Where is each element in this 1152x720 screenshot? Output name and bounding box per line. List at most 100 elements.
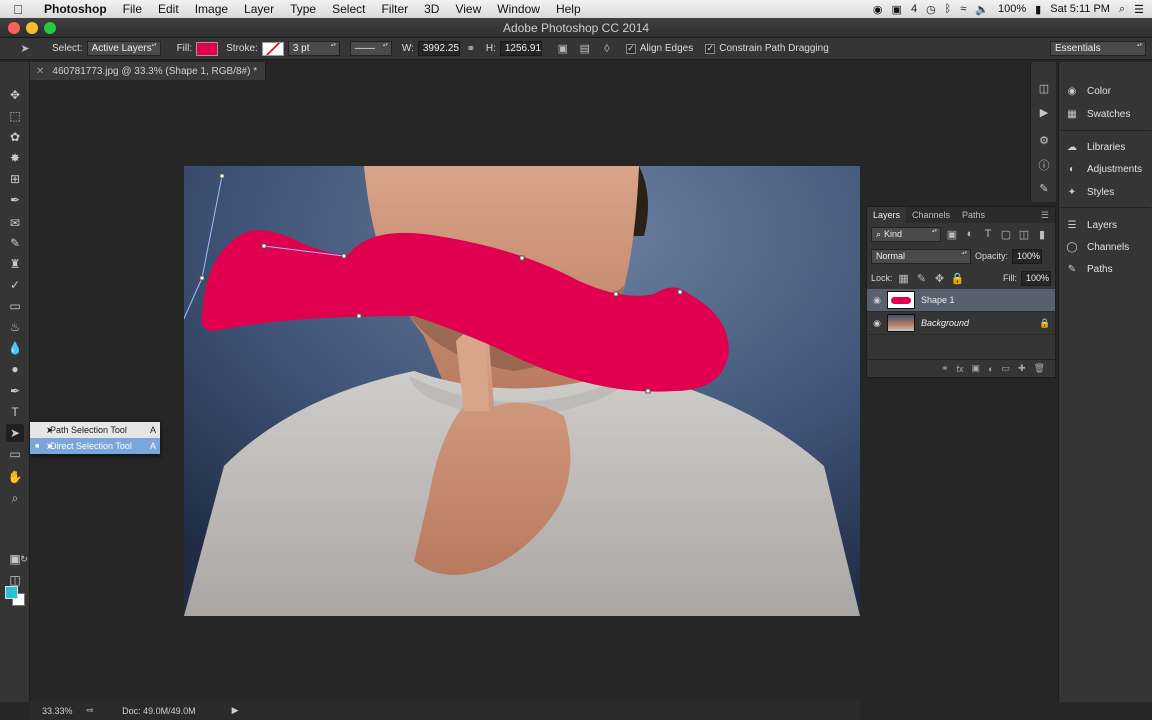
dock-layers[interactable]: ☰ Layers <box>1065 215 1118 235</box>
new-adjustment-layer-icon[interactable]: ◐ <box>988 364 993 374</box>
dock-paths[interactable]: ✎ Paths <box>1065 259 1113 279</box>
layer-row[interactable]: ◉ Shape 1 <box>867 289 1055 312</box>
close-window-button[interactable] <box>8 22 20 34</box>
dock-styles[interactable]: ✦ Styles <box>1065 182 1114 202</box>
paint-bucket-tool-icon[interactable]: ♨ <box>6 318 24 336</box>
color-swatches[interactable] <box>5 586 27 608</box>
actions-panel-icon[interactable]: ▶ <box>1036 104 1052 120</box>
display-icon[interactable]: ▣ <box>892 3 902 16</box>
move-tool-icon[interactable]: ✥ <box>6 86 24 104</box>
lock-all-icon[interactable]: 🔒 <box>951 271 965 285</box>
visibility-eye-icon[interactable]: ◉ <box>867 318 887 329</box>
history-brush-tool-icon[interactable]: ✓ <box>6 276 24 294</box>
volume-icon[interactable]: 🔈 <box>975 3 989 16</box>
menu-app[interactable]: Photoshop <box>36 2 115 16</box>
brush-panel-icon[interactable]: ✎ <box>1036 180 1052 196</box>
hand-tool-icon[interactable]: ✋ <box>6 468 24 486</box>
filter-kind-dropdown[interactable]: ⌕ Kind <box>871 226 941 242</box>
add-mask-icon[interactable]: ▣ <box>972 363 981 374</box>
close-tab-icon[interactable]: ✕ <box>36 66 44 77</box>
height-field[interactable]: 1256.91 <box>499 41 542 56</box>
menu-type[interactable]: Type <box>282 2 324 16</box>
status-count[interactable]: 4 <box>911 3 917 15</box>
path-anchor-point[interactable] <box>519 255 525 261</box>
opacity-field[interactable]: 100% <box>1012 248 1043 264</box>
filter-toggle-icon[interactable]: ▮ <box>1035 227 1049 241</box>
path-operations-icon[interactable]: ▣ <box>556 42 570 56</box>
lock-pixels-icon[interactable]: ✎ <box>915 271 929 285</box>
path-anchor-point[interactable] <box>219 173 225 179</box>
dock-color[interactable]: ◉ Color <box>1065 81 1111 101</box>
dock-libraries[interactable]: ☁ Libraries <box>1065 137 1125 157</box>
menu-3d[interactable]: 3D <box>416 2 447 16</box>
marquee-tool-icon[interactable]: ⬚ <box>6 107 24 125</box>
lasso-tool-icon[interactable]: ✿ <box>6 128 24 146</box>
document-canvas[interactable] <box>184 166 860 616</box>
panel-menu-icon[interactable]: ☰ <box>1041 210 1049 221</box>
path-anchor-point[interactable] <box>356 313 362 319</box>
clock[interactable]: Sat 5:11 PM <box>1050 3 1110 15</box>
path-selection-tool-option[interactable]: ➤ Path Selection Tool A <box>30 422 160 438</box>
minimize-window-button[interactable] <box>26 22 38 34</box>
blend-mode-dropdown[interactable]: Normal <box>871 248 971 264</box>
record-icon[interactable]: ◉ <box>873 3 883 16</box>
menu-edit[interactable]: Edit <box>150 2 187 16</box>
dock-channels[interactable]: ◯ Channels <box>1065 237 1129 257</box>
tool-preset-icon[interactable]: ➤ <box>18 42 32 56</box>
stroke-type-dropdown[interactable]: —— <box>349 41 392 56</box>
path-anchor-point[interactable] <box>341 253 347 259</box>
zoom-level[interactable]: 33.33% <box>42 706 73 716</box>
apple-menu-icon[interactable]:  <box>0 2 36 17</box>
menu-filter[interactable]: Filter <box>373 2 416 16</box>
new-group-icon[interactable]: ▭ <box>1002 363 1011 374</box>
constrain-checkbox[interactable]: ✓ <box>705 43 716 54</box>
history-panel-icon[interactable]: ◫ <box>1036 80 1052 96</box>
menu-select[interactable]: Select <box>324 2 373 16</box>
eraser-tool-icon[interactable]: ▭ <box>6 297 24 315</box>
quick-selection-tool-icon[interactable]: ✸ <box>6 149 24 167</box>
pen-tool-icon[interactable]: ✒ <box>6 382 24 400</box>
path-anchor-point[interactable] <box>613 291 619 297</box>
blur-tool-icon[interactable]: 💧 <box>6 339 24 357</box>
path-anchor-point[interactable] <box>199 275 205 281</box>
path-anchor-point[interactable] <box>261 243 267 249</box>
path-arrangement-icon[interactable]: ◊ <box>600 42 614 56</box>
battery-percent[interactable]: 100% <box>998 3 1026 15</box>
select-dropdown[interactable]: Active Layers <box>86 41 161 56</box>
path-selection-tool-icon[interactable]: ➤ <box>6 424 24 442</box>
document-image[interactable] <box>184 166 860 616</box>
direct-selection-tool-option[interactable]: ■ ➤ Direct Selection Tool A <box>30 438 160 454</box>
stroke-swatch[interactable] <box>261 41 284 56</box>
filter-pixel-icon[interactable]: ▣ <box>945 227 959 241</box>
share-icon[interactable]: ⇨ <box>87 705 95 716</box>
crop-tool-icon[interactable]: ⊞ <box>6 170 24 188</box>
dodge-tool-icon[interactable]: ● <box>6 360 24 378</box>
dock-swatches[interactable]: ▦ Swatches <box>1065 104 1130 124</box>
filter-adjustment-icon[interactable]: ◐ <box>963 227 977 241</box>
link-layers-icon[interactable]: ⚭ <box>941 363 949 374</box>
layer-row[interactable]: ◉ Background 🔒 <box>867 312 1055 335</box>
zoom-window-button[interactable] <box>44 22 56 34</box>
visibility-eye-icon[interactable]: ◉ <box>867 295 887 306</box>
layer-name[interactable]: Background <box>921 318 1039 328</box>
battery-icon[interactable]: ▮ <box>1035 3 1041 16</box>
width-field[interactable]: 3992.25 <box>417 41 460 56</box>
new-layer-icon[interactable]: ✚ <box>1018 363 1026 374</box>
healing-brush-tool-icon[interactable]: ✉ <box>6 214 24 232</box>
workspace-dropdown[interactable]: Essentials <box>1050 41 1146 56</box>
info-panel-icon[interactable]: ⓘ <box>1036 157 1052 173</box>
fill-field[interactable]: 100% <box>1021 270 1051 286</box>
lock-transparent-icon[interactable]: ▦ <box>897 271 911 285</box>
menu-image[interactable]: Image <box>187 2 236 16</box>
status-menu-arrow-icon[interactable]: ▶ <box>232 705 239 716</box>
tab-layers[interactable]: Layers <box>867 207 907 223</box>
layer-style-icon[interactable]: fx <box>957 364 964 374</box>
path-anchor-point[interactable] <box>677 289 683 295</box>
properties-panel-icon[interactable]: ⚙ <box>1036 132 1052 148</box>
menu-help[interactable]: Help <box>548 2 589 16</box>
eyedropper-tool-icon[interactable]: ✒ <box>6 191 24 209</box>
layer-name[interactable]: Shape 1 <box>921 295 1055 305</box>
document-tab[interactable]: ✕ 460781773.jpg @ 33.3% (Shape 1, RGB/8#… <box>30 62 267 80</box>
time-machine-icon[interactable]: ◷ <box>926 3 936 16</box>
notifications-icon[interactable]: ☰ <box>1134 3 1144 16</box>
